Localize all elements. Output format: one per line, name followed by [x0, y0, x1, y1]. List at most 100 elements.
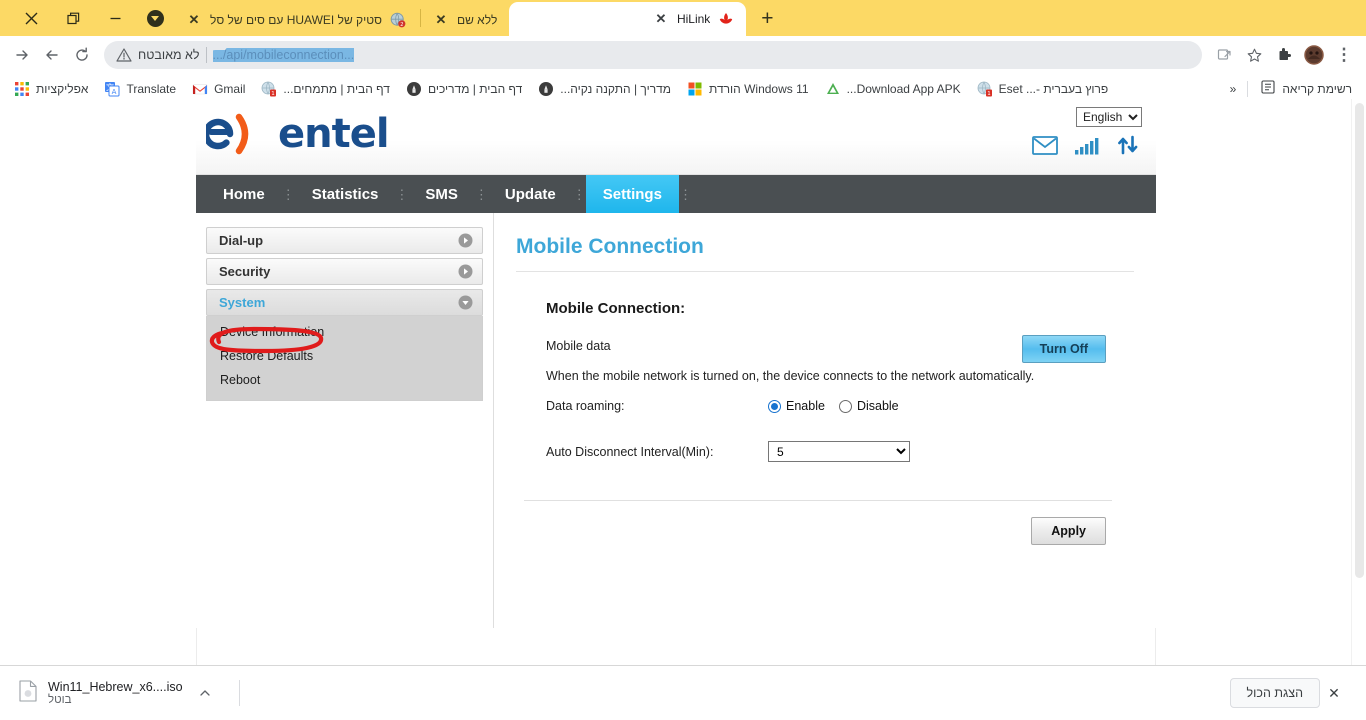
- restore-window-button[interactable]: [52, 3, 94, 33]
- nav-separator: ⋮: [474, 186, 488, 202]
- site-body: Dial-up Security System Device Informati…: [196, 213, 1156, 628]
- bookmark-item[interactable]: 1 דף הבית | מתמחים...: [253, 78, 398, 100]
- sidebar-subitem-restore-defaults[interactable]: Restore Defaults: [207, 344, 482, 368]
- bookmark-item-windows11[interactable]: Windows 11 הורדת: [679, 78, 817, 100]
- sidebar-subitem-device-information[interactable]: Device Information: [207, 320, 482, 344]
- browser-menu-button[interactable]: ⋮: [1330, 41, 1358, 69]
- sidebar-item-system[interactable]: System: [206, 289, 483, 316]
- nav-item-settings[interactable]: Settings: [585, 175, 679, 213]
- tab-item[interactable]: ללא שם ✕: [423, 3, 509, 36]
- red-doc-icon: 1: [977, 81, 993, 97]
- tab-item-active[interactable]: HiLink ✕: [509, 2, 747, 36]
- radio-enable-label: Enable: [786, 399, 825, 413]
- profile-avatar[interactable]: [1300, 41, 1328, 69]
- tab-close-icon[interactable]: ✕: [653, 11, 669, 27]
- sidebar-item-dial-up[interactable]: Dial-up: [206, 227, 483, 254]
- address-bar[interactable]: לא מאובטח .../api/mobileconnection...: [104, 41, 1202, 69]
- nav-item-sms[interactable]: SMS: [408, 175, 475, 213]
- dark-badge-icon: [538, 81, 554, 97]
- bookmark-item-gmail[interactable]: Gmail: [184, 78, 253, 100]
- tab-strip: 2 סטיק של HUAWEI עם סים של סל ✕ ללא שם ✕…: [0, 0, 1366, 36]
- auto-disconnect-select[interactable]: 5: [768, 441, 910, 462]
- reload-button[interactable]: [68, 41, 96, 69]
- omnibox-divider: [205, 47, 207, 63]
- chevron-right-icon: [458, 264, 473, 279]
- radio-option-disable[interactable]: Disable: [838, 399, 899, 413]
- bookmarks-overflow-button[interactable]: «: [1223, 79, 1244, 99]
- page-scrollbar[interactable]: [1351, 99, 1366, 665]
- data-roaming-radio-group: Enable Disable: [768, 399, 899, 413]
- tab-search-button[interactable]: [140, 3, 170, 33]
- bookmark-item[interactable]: דף הבית | מדריכים: [398, 78, 530, 100]
- bookmark-apps-shortcut[interactable]: אפליקציות: [6, 78, 96, 100]
- nav-separator: ⋮: [678, 186, 692, 202]
- security-status-text: לא מאובטח: [138, 48, 200, 62]
- scrollbar-thumb[interactable]: [1355, 103, 1364, 578]
- sidebar-label: System: [219, 295, 266, 310]
- mobile-data-hint: When the mobile network is turned on, th…: [546, 369, 1035, 383]
- tab-separator: [419, 9, 421, 27]
- turn-off-button[interactable]: Turn Off: [1021, 335, 1106, 363]
- web-page: entel English Home ⋮ Statistics ⋮ SMS ⋮ …: [0, 99, 1351, 665]
- tab-close-icon[interactable]: ✕: [433, 12, 449, 28]
- download-shelf: Win11_Hebrew_x6....iso בוטל הצגת הכול ✕: [0, 665, 1366, 720]
- bookmark-label: דף הבית | מדריכים: [427, 81, 523, 96]
- tab-title: ללא שם: [456, 12, 498, 27]
- bookmark-item[interactable]: מדריך | התקנה נקיה...: [530, 78, 679, 100]
- signal-bars-icon[interactable]: [1074, 136, 1100, 160]
- bookmark-item-apk[interactable]: Download App APK...: [817, 78, 969, 100]
- settings-sidebar: Dial-up Security System Device Informati…: [196, 213, 494, 628]
- sidebar-label: Dial-up: [219, 233, 264, 248]
- site-masthead: entel English: [196, 99, 1156, 175]
- close-shelf-icon[interactable]: ✕: [1320, 679, 1348, 707]
- language-select[interactable]: English: [1076, 107, 1142, 127]
- radio-disable-label: Disable: [856, 399, 899, 413]
- back-button[interactable]: [38, 41, 66, 69]
- nav-item-statistics[interactable]: Statistics: [295, 175, 396, 213]
- radio-enable-indicator[interactable]: [768, 399, 781, 413]
- bookmark-star-icon[interactable]: [1240, 41, 1268, 69]
- data-roaming-row: Data roaming: Enable Disable: [546, 399, 1134, 413]
- svg-text:1: 1: [987, 91, 991, 97]
- nav-item-update[interactable]: Update: [488, 175, 573, 213]
- close-window-button[interactable]: [10, 3, 52, 33]
- svg-text:1: 1: [272, 91, 276, 97]
- apply-button[interactable]: Apply: [1031, 517, 1106, 545]
- tab-close-icon[interactable]: ✕: [186, 12, 202, 28]
- radio-option-enable[interactable]: Enable: [768, 399, 825, 413]
- sidebar-item-security[interactable]: Security: [206, 258, 483, 285]
- mobile-data-label: Mobile data: [546, 339, 611, 353]
- page-title: Mobile Connection: [516, 235, 704, 258]
- reading-list-button[interactable]: רשימת קריאה: [1252, 76, 1360, 101]
- forward-button[interactable]: [8, 41, 36, 69]
- url-text-wrapper[interactable]: .../api/mobileconnection...: [212, 48, 355, 62]
- title-divider: [516, 271, 1134, 272]
- minimize-window-button[interactable]: [94, 3, 136, 33]
- download-item[interactable]: Win11_Hebrew_x6....iso בוטל: [10, 676, 229, 711]
- main-navigation: Home ⋮ Statistics ⋮ SMS ⋮ Update ⋮ Setti…: [196, 175, 1156, 213]
- tab-item[interactable]: 2 סטיק של HUAWEI עם סים של סל ✕: [176, 3, 418, 36]
- window-controls: [0, 0, 176, 36]
- share-icon[interactable]: [1210, 41, 1238, 69]
- radio-disable-indicator[interactable]: [838, 399, 852, 413]
- sidebar-subitem-reboot[interactable]: Reboot: [207, 368, 482, 392]
- bookmark-item-translate[interactable]: 文A Translate: [96, 78, 184, 100]
- auto-disconnect-row: Auto Disconnect Interval(Min): 5: [546, 441, 1134, 462]
- entel-logo: entel: [206, 111, 390, 157]
- bookmark-item-eset[interactable]: 1 פרוץ בעברית -... Eset: [969, 78, 1117, 100]
- translate-icon: 文A: [104, 81, 120, 97]
- download-expand-icon[interactable]: [193, 681, 217, 705]
- data-transfer-icon[interactable]: [1116, 135, 1140, 160]
- bookmark-label: Translate: [126, 81, 177, 96]
- bookmarks-divider: [1247, 80, 1249, 97]
- nav-item-home[interactable]: Home: [206, 175, 282, 213]
- show-all-downloads-button[interactable]: הצגת הכול: [1229, 678, 1320, 708]
- mail-icon[interactable]: [1032, 136, 1058, 160]
- red-doc-icon: 1: [261, 81, 277, 97]
- new-tab-button[interactable]: +: [750, 3, 784, 33]
- extensions-icon[interactable]: [1270, 41, 1298, 69]
- tab-title: HiLink: [676, 12, 711, 26]
- reading-list-icon: [1260, 79, 1276, 98]
- svg-text:2: 2: [400, 22, 403, 28]
- data-roaming-label: Data roaming:: [546, 399, 625, 413]
